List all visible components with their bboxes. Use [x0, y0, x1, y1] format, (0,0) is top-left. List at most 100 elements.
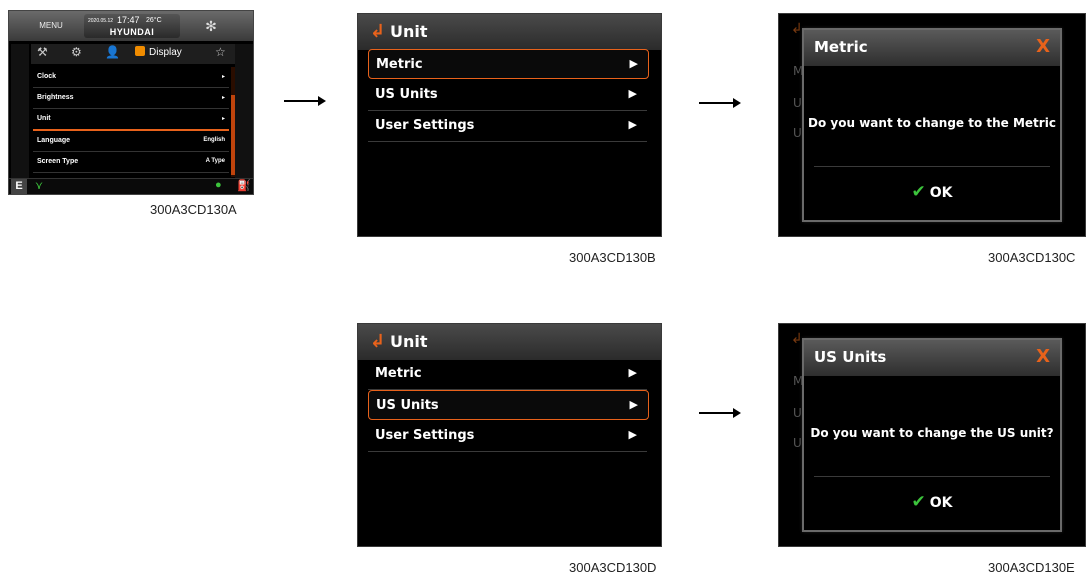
- background-text: U: [793, 406, 802, 420]
- ok-button[interactable]: ✔ OK: [804, 182, 1060, 202]
- unit-item-metric[interactable]: Metric ▶: [368, 49, 649, 79]
- caption-d: 300A3CD130D: [569, 560, 657, 575]
- row-arrow: ▸: [221, 74, 225, 80]
- confirm-dialog: Metric X Do you want to change to the Me…: [802, 28, 1062, 222]
- chevron-right-icon: ▶: [629, 57, 638, 70]
- menu-row-screen-type[interactable]: Screen Type A Type: [33, 152, 229, 173]
- settings-icon[interactable]: ⚙: [71, 45, 82, 59]
- flow-arrow: [699, 408, 741, 418]
- item-label: US Units: [376, 398, 439, 413]
- metric-dialog-screen: ↲ M U U Metric X Do you want to change t…: [778, 13, 1086, 237]
- row-label: Unit: [37, 115, 51, 122]
- item-label: User Settings: [375, 428, 475, 443]
- close-button[interactable]: X: [1036, 36, 1050, 57]
- user-icon[interactable]: 👤: [105, 45, 120, 59]
- flow-arrow: [284, 96, 326, 106]
- chevron-right-icon: ▶: [628, 428, 637, 441]
- caption-e: 300A3CD130E: [988, 560, 1075, 575]
- row-label: Language: [37, 137, 71, 144]
- dialog-title: Metric: [814, 38, 868, 56]
- power-mode-badge: E: [11, 179, 27, 194]
- tab-display[interactable]: Display: [135, 46, 211, 62]
- unit-item-us-units[interactable]: US Units ▶: [368, 390, 649, 420]
- us-units-dialog-screen: ↲ M U U US Units X Do you want to change…: [778, 323, 1086, 547]
- background-text: U: [793, 436, 802, 450]
- page-title: Unit: [390, 22, 428, 41]
- unit-screen: ↲ Unit Metric ▶ US Units ▶ User Settings…: [357, 323, 662, 547]
- unit-item-metric[interactable]: Metric ▶: [368, 359, 647, 390]
- date-text: 2020.05.12: [88, 18, 114, 24]
- row-label: Clock: [37, 73, 57, 80]
- eco-turtle-icon: ●: [215, 179, 222, 191]
- unit-item-user-settings[interactable]: User Settings ▶: [368, 111, 647, 142]
- chevron-right-icon: ▶: [628, 118, 637, 131]
- caption-a: 300A3CD130A: [150, 202, 237, 217]
- right-sidebar: [235, 44, 253, 184]
- row-value: English: [203, 137, 225, 143]
- bottom-status-bar: E ⋎ ● ⛽: [9, 178, 253, 194]
- tools-icon[interactable]: ⚒: [37, 45, 48, 59]
- menu-button[interactable]: MENU: [23, 17, 79, 35]
- ok-label: OK: [929, 495, 953, 511]
- fan-icon[interactable]: ✻: [193, 15, 229, 37]
- temperature-text: 26°C: [146, 17, 162, 24]
- dialog-message: Do you want to change to the Metric: [808, 116, 1056, 130]
- unit-header: ↲ Unit: [358, 14, 661, 50]
- dialog-header: US Units X: [804, 340, 1060, 376]
- scrollbar[interactable]: [231, 67, 235, 177]
- dialog-header: Metric X: [804, 30, 1060, 66]
- flow-arrow: [699, 98, 741, 108]
- favorite-icon[interactable]: ☆: [215, 45, 226, 59]
- close-button[interactable]: X: [1036, 346, 1050, 367]
- background-text: U: [793, 96, 802, 110]
- confirm-dialog: US Units X Do you want to change the US …: [802, 338, 1062, 532]
- top-status-bar: MENU 2020.05.12 17:47 26°C HYUNDAI ✻: [9, 11, 253, 41]
- ok-button[interactable]: ✔ OK: [804, 492, 1060, 512]
- item-label: User Settings: [375, 118, 475, 133]
- divider: [814, 476, 1050, 477]
- brand-logo: HYUNDAI: [109, 27, 155, 37]
- chevron-right-icon: ▶: [628, 366, 637, 379]
- unit-item-user-settings[interactable]: User Settings ▶: [368, 421, 647, 452]
- date-time-box: 2020.05.12 17:47 26°C HYUNDAI: [84, 14, 180, 38]
- row-label: Brightness: [37, 94, 74, 101]
- check-icon: ✔: [911, 182, 926, 202]
- page-title: Unit: [390, 332, 428, 351]
- back-icon: ↲: [791, 20, 803, 36]
- item-label: Metric: [375, 366, 422, 381]
- unit-item-us-units[interactable]: US Units ▶: [368, 80, 647, 111]
- row-arrow: ▸: [221, 116, 225, 122]
- scrollbar-thumb[interactable]: [231, 95, 235, 175]
- row-arrow: ▸: [221, 95, 225, 101]
- unit-header: ↲ Unit: [358, 324, 661, 360]
- caption-b: 300A3CD130B: [569, 250, 656, 265]
- unit-screen: ↲ Unit Metric ▶ US Units ▶ User Settings…: [357, 13, 662, 237]
- row-value: A Type: [205, 158, 225, 164]
- menu-row-brightness[interactable]: Brightness ▸: [33, 88, 229, 109]
- display-menu-screen: MENU 2020.05.12 17:47 26°C HYUNDAI ✻ ⚒ ⚙…: [8, 10, 254, 195]
- back-icon: ↲: [791, 330, 803, 346]
- fuel-icon: ⛽: [237, 180, 251, 192]
- back-icon[interactable]: ↲: [370, 331, 385, 352]
- chevron-right-icon: ▶: [628, 87, 637, 100]
- menu-row-clock[interactable]: Clock ▸: [33, 67, 229, 88]
- back-icon[interactable]: ↲: [370, 21, 385, 42]
- item-label: US Units: [375, 87, 438, 102]
- dialog-message: Do you want to change the US unit?: [810, 426, 1054, 440]
- ok-label: OK: [929, 185, 953, 201]
- work-mode-icon: ⋎: [35, 180, 44, 192]
- menu-row-unit[interactable]: Unit ▸: [33, 109, 229, 131]
- item-label: Metric: [376, 57, 423, 72]
- display-icon: [135, 46, 145, 56]
- menu-row-language[interactable]: Language English: [33, 131, 229, 152]
- time-text: 17:47: [117, 15, 140, 25]
- row-label: Screen Type: [37, 158, 79, 165]
- check-icon: ✔: [911, 492, 926, 512]
- left-sidebar: [11, 44, 29, 184]
- divider: [814, 166, 1050, 167]
- background-text: U: [793, 126, 802, 140]
- caption-c: 300A3CD130C: [988, 250, 1076, 265]
- menu-tab-row: ⚒ ⚙ 👤 Display ☆: [31, 44, 235, 64]
- tab-display-label: Display: [149, 47, 182, 58]
- dialog-title: US Units: [814, 348, 887, 366]
